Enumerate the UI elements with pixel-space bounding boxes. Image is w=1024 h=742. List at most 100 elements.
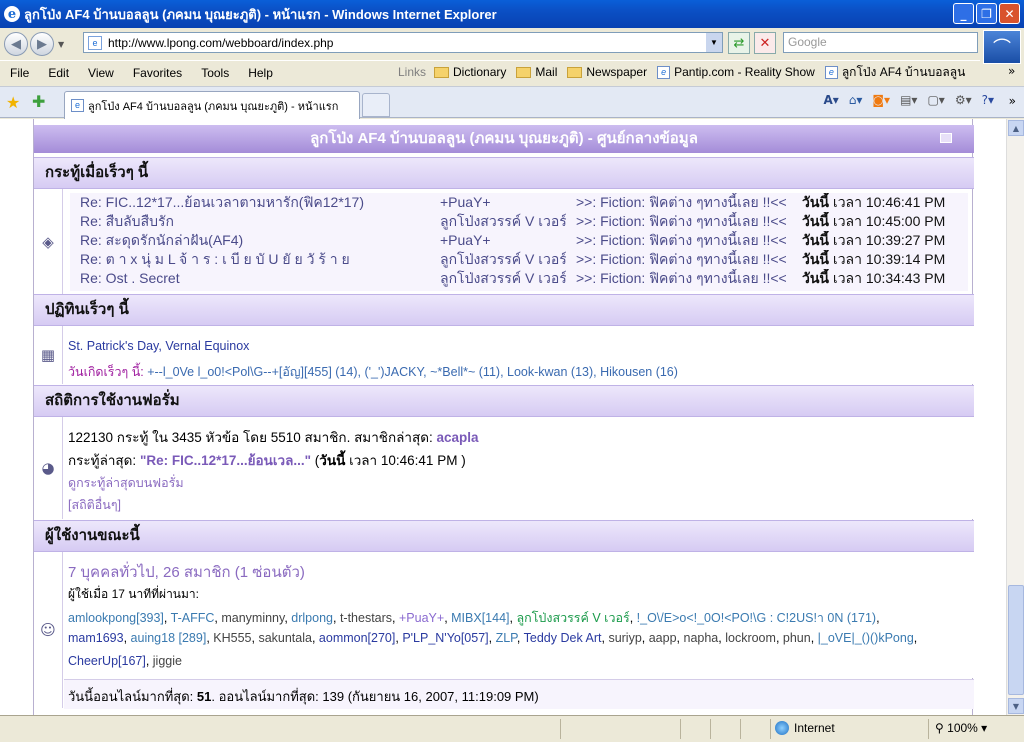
link-lpong[interactable]: e ลูกโป่ง AF4 บ้านบอลลูน — [824, 63, 965, 82]
online-user-link[interactable]: drlpong — [291, 611, 333, 625]
link-dictionary[interactable]: Dictionary — [434, 65, 506, 79]
online-user-link[interactable]: amlookpong[393] — [68, 611, 164, 625]
tools-icon[interactable]: ⚙▾ — [955, 93, 972, 107]
most-online-row: วันนี้ออนไลน์มากที่สุด: 51. ออนไลน์มากที… — [64, 679, 974, 709]
zoom-level[interactable]: ⚲ 100% ▾ — [935, 721, 987, 735]
online-user-link[interactable]: aapp — [649, 631, 677, 645]
post-author-link[interactable]: ลูกโป่งสวรรค์ V เวอร์ — [440, 250, 566, 269]
view-latest-posts-link[interactable]: ดูกระทู้ล่าสุดบนฟอรั่ม — [68, 473, 184, 493]
calendar-events-link[interactable]: St. Patrick's Day, Vernal Equinox — [68, 339, 249, 353]
online-user-link[interactable]: aommon[270] — [319, 631, 395, 645]
home-icon[interactable]: ⌂▾ — [849, 93, 863, 107]
latest-post-link[interactable]: "Re: FIC..12*17...ย้อนเวล..." — [140, 453, 311, 468]
scroll-up-icon[interactable]: ▲ — [1008, 120, 1024, 136]
links-bar: Links Dictionary Mail Newspaper e Pantip.… — [398, 62, 975, 82]
online-user-link[interactable]: suriyp — [608, 631, 641, 645]
print-icon[interactable]: ▤▾ — [900, 93, 917, 107]
post-subject-link[interactable]: Re: สะดุดรักนักล่าฝัน(AF4) — [80, 231, 430, 250]
link-newspaper[interactable]: Newspaper — [567, 65, 647, 79]
latest-post-line: กระทู้ล่าสุด: "Re: FIC..12*17...ย้อนเวล.… — [68, 453, 466, 468]
birthdays-list[interactable]: +--l_0Ve l_o0!<Pol\G--+[อัญ][455] (14), … — [147, 365, 678, 379]
toolbar-more-icon[interactable]: » — [1009, 94, 1016, 108]
post-author-link[interactable]: ลูกโป่งสวรรค์ V เวอร์ — [440, 212, 566, 231]
links-label: Links — [398, 65, 427, 79]
online-user-link[interactable]: +PuaY+ — [399, 611, 444, 625]
menu-edit[interactable]: Edit — [38, 66, 78, 80]
post-board-link[interactable]: >>: Fiction: ฟิคต่าง ๆทางนี้เลย !!<< — [576, 231, 796, 250]
post-board-link[interactable]: >>: Fiction: ฟิคต่าง ๆทางนี้เลย !!<< — [576, 269, 796, 288]
online-user-link[interactable]: CheerUp[167] — [68, 654, 146, 668]
new-tab-button[interactable] — [362, 93, 390, 117]
calendar-body: St. Patrick's Day, Vernal Equinox วันเกิ… — [64, 326, 974, 384]
scroll-thumb[interactable] — [1008, 585, 1024, 695]
users-line-2: mam1693, auing18 [289], KH555, sakuntala… — [68, 631, 918, 645]
links-more-icon[interactable]: » — [1008, 64, 1015, 78]
window-title-bar[interactable]: e ลูกโป่ง AF4 บ้านบอลลูน (ภคมน บุณยะภูติ… — [0, 0, 1024, 28]
online-user-link[interactable]: ลูกโป่งสวรรค์ V เวอร์ — [516, 611, 629, 625]
online-user-link[interactable]: manyminny — [221, 611, 284, 625]
menu-file[interactable]: File — [0, 66, 38, 80]
post-author-link[interactable]: +PuaY+ — [440, 193, 566, 212]
link-pantip[interactable]: e Pantip.com - Reality Show — [657, 65, 815, 79]
vertical-scrollbar[interactable]: ▲ ▼ — [1006, 119, 1024, 715]
post-subject-link[interactable]: Re: FIC..12*17...ย้อนเวลาตามหารัก(ฟิค12*… — [80, 193, 430, 212]
folder-icon — [516, 66, 532, 78]
online-user-link[interactable]: T-AFFC — [171, 611, 215, 625]
online-user-link[interactable]: napha — [684, 631, 719, 645]
font-size-icon[interactable]: A▾ — [823, 93, 838, 107]
online-user-link[interactable]: auing18 [289] — [131, 631, 207, 645]
close-button[interactable]: ✕ — [999, 3, 1020, 24]
address-dropdown-icon[interactable]: ▼ — [706, 33, 722, 52]
post-subject-link[interactable]: Re: สืบลับสืบรัก — [80, 212, 430, 231]
online-user-link[interactable]: jiggie — [153, 654, 182, 668]
page-content: ลูกโป่ง AF4 บ้านบอลลูน (ภคมน บุณยะภูติ) … — [0, 119, 1006, 715]
address-input[interactable]: e http://www.lpong.com/webboard/index.ph… — [83, 32, 723, 53]
online-user-link[interactable]: mam1693 — [68, 631, 124, 645]
post-subject-link[interactable]: Re: Ost . Secret — [80, 269, 430, 288]
post-subject-link[interactable]: Re: ต า x นุ่ ม L จ้ า ร : เ บี ย บั U ย… — [80, 250, 430, 269]
online-user-link[interactable]: phun — [783, 631, 811, 645]
menu-view[interactable]: View — [78, 66, 123, 80]
post-board-link[interactable]: >>: Fiction: ฟิคต่าง ๆทางนี้เลย !!<< — [576, 193, 796, 212]
online-user-link[interactable]: Teddy Dek Art — [524, 631, 602, 645]
online-user-link[interactable]: !_O\/E>o<!_0O!<PO!\G : C!2US!า 0N (171) — [637, 611, 876, 625]
post-board-link[interactable]: >>: Fiction: ฟิคต่าง ๆทางนี้เลย !!<< — [576, 250, 796, 269]
rss-icon[interactable]: ◙▾ — [872, 93, 890, 107]
forward-button[interactable]: ▶ — [30, 32, 54, 56]
refresh-button[interactable]: ⇄ — [728, 32, 750, 54]
favorites-star-icon[interactable]: ★ — [6, 93, 20, 112]
add-favorites-icon[interactable]: ✚ — [32, 92, 45, 111]
online-user-link[interactable]: P'LP_N'Yo[057] — [402, 631, 488, 645]
online-user-link[interactable]: KH555 — [213, 631, 251, 645]
maximize-button[interactable]: ❐ — [976, 3, 997, 24]
recent-posts-title: กระทู้เมื่อเร็วๆ นี้ — [34, 157, 974, 189]
back-button[interactable]: ◀ — [4, 32, 28, 56]
ie-page-icon: e — [657, 65, 671, 79]
post-board-link[interactable]: >>: Fiction: ฟิคต่าง ๆทางนี้เลย !!<< — [576, 212, 796, 231]
latest-member-link[interactable]: acapla — [437, 430, 479, 445]
post-author-link[interactable]: ลูกโป่งสวรรค์ V เวอร์ — [440, 269, 566, 288]
menu-help[interactable]: Help — [238, 66, 282, 80]
minimize-button[interactable]: _ — [953, 3, 974, 24]
online-user-link[interactable]: ZLP — [496, 631, 517, 645]
collapse-icon[interactable] — [940, 133, 952, 143]
link-mail[interactable]: Mail — [516, 65, 557, 79]
menu-tools[interactable]: Tools — [191, 66, 238, 80]
page-menu-icon[interactable]: ▢▾ — [927, 93, 944, 107]
online-user-link[interactable]: MIBX[144] — [451, 611, 509, 625]
search-input[interactable]: Google — [783, 32, 978, 53]
tab-lpong[interactable]: e ลูกโป่ง AF4 บ้านบอลลูน (ภคมน บุณยะภูติ… — [64, 91, 360, 119]
online-user-link[interactable]: sakuntala — [258, 631, 312, 645]
menu-favorites[interactable]: Favorites — [123, 66, 191, 80]
security-zone[interactable]: Internet — [775, 721, 835, 735]
recent-posts-table: Re: FIC..12*17...ย้อนเวลาตามหารัก(ฟิค12*… — [70, 193, 968, 291]
scroll-down-icon[interactable]: ▼ — [1008, 698, 1024, 714]
online-user-link[interactable]: |_oVE|_()()kPong — [818, 631, 914, 645]
more-stats-link[interactable]: [สถิติอื่นๆ] — [68, 495, 121, 515]
online-user-link[interactable]: t-thestars — [340, 611, 392, 625]
help-icon[interactable]: ?▾ — [982, 93, 994, 107]
recent-pages-dropdown-icon[interactable]: ▼ — [58, 40, 64, 49]
online-user-link[interactable]: lockroom — [725, 631, 776, 645]
stop-button[interactable]: ✕ — [754, 32, 776, 54]
post-author-link[interactable]: +PuaY+ — [440, 231, 566, 250]
